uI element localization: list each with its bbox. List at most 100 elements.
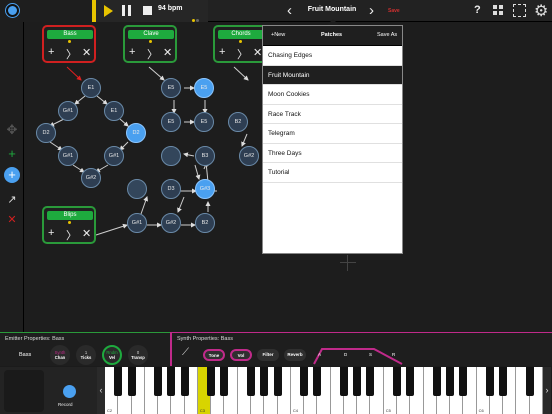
save-button[interactable]: Save (388, 8, 400, 14)
tone-control[interactable]: Tone (203, 349, 225, 361)
black-key[interactable] (446, 367, 455, 396)
pause-icon[interactable] (122, 5, 131, 16)
selection-icon[interactable] (513, 4, 526, 17)
save-as-button[interactable]: Save As (377, 32, 397, 38)
black-key[interactable] (273, 367, 282, 396)
delete-icon[interactable]: ✕ (4, 212, 20, 228)
play-icon[interactable] (104, 5, 113, 17)
black-key[interactable] (485, 367, 494, 396)
patch-title[interactable]: Fruit Mountain (302, 6, 362, 13)
app-logo-icon[interactable] (6, 4, 19, 17)
note-node[interactable]: G#1 (58, 101, 78, 121)
plus-icon[interactable]: + (48, 46, 54, 58)
note-node[interactable]: B2 (228, 112, 248, 132)
note-node[interactable]: G#1 (104, 146, 124, 166)
black-key[interactable] (167, 367, 176, 396)
ticks-knob[interactable]: 1 Ticks (76, 345, 96, 365)
note-node[interactable]: E1 (81, 78, 101, 98)
help-icon[interactable]: ? (474, 4, 481, 16)
black-key[interactable] (154, 367, 163, 396)
move-icon[interactable]: ✥ (4, 122, 20, 138)
pad-area[interactable] (4, 370, 44, 412)
chevron-right-icon[interactable]: 〉 (237, 46, 248, 62)
gear-icon[interactable]: ⚙ (534, 1, 548, 21)
note-node[interactable]: G#2 (81, 168, 101, 188)
black-key[interactable] (180, 367, 189, 396)
close-icon[interactable]: ✕ (163, 46, 172, 59)
connect-arrow-icon[interactable]: ↗ (4, 192, 20, 208)
note-node[interactable]: E5 (161, 78, 181, 98)
close-icon[interactable]: ✕ (82, 46, 91, 59)
patch-item[interactable]: Tutorial (263, 163, 402, 183)
black-key[interactable] (220, 367, 229, 396)
black-key[interactable] (127, 367, 136, 396)
patch-item-selected[interactable]: Fruit Mountain (263, 65, 402, 85)
emitter-blips[interactable]: Blips + 〉 ✕ (42, 206, 96, 244)
black-key[interactable] (353, 367, 362, 396)
black-key[interactable] (300, 367, 309, 396)
black-key[interactable] (459, 367, 468, 396)
chevron-right-icon[interactable]: 〉 (66, 46, 77, 62)
black-key[interactable] (406, 367, 415, 396)
note-node[interactable]: B3 (195, 146, 215, 166)
note-node[interactable]: E5 (161, 112, 181, 132)
bpm-display[interactable]: 94 bpm (158, 5, 183, 12)
add-emitter-icon[interactable]: + (4, 146, 20, 162)
black-key[interactable] (499, 367, 508, 396)
add-node-icon[interactable]: + (4, 167, 20, 183)
note-node-active[interactable]: G#3 (195, 179, 215, 199)
vol-control[interactable]: Vol (230, 349, 252, 361)
black-key[interactable] (432, 367, 441, 396)
prev-patch-icon[interactable]: ‹ (287, 2, 292, 19)
note-node-empty[interactable] (127, 179, 147, 199)
black-key[interactable] (313, 367, 322, 396)
emitter-bass[interactable]: Bass + 〉 ✕ (42, 25, 96, 63)
plus-icon[interactable]: + (48, 227, 54, 239)
vel-knob[interactable]: Rndm Vel (102, 345, 122, 365)
keyboard-right-arrow-icon[interactable]: › (543, 367, 551, 414)
patch-item[interactable]: Moon Cookies (263, 85, 402, 105)
note-node-empty[interactable] (161, 146, 181, 166)
note-node[interactable]: E5 (194, 112, 214, 132)
chevron-right-icon[interactable]: 〉 (147, 46, 158, 62)
stop-icon[interactable] (143, 6, 152, 15)
waveform-icon[interactable]: ⟋ (182, 347, 189, 358)
black-key[interactable] (207, 367, 216, 396)
note-node[interactable]: B2 (195, 213, 215, 233)
black-key[interactable] (339, 367, 348, 396)
next-patch-icon[interactable]: › (369, 2, 374, 19)
note-node-active[interactable]: E5 (194, 78, 214, 98)
close-icon[interactable]: ✕ (253, 46, 262, 59)
note-node-active[interactable]: D2 (126, 123, 146, 143)
filter-control[interactable]: Filter (257, 349, 279, 361)
grid-view-icon[interactable] (493, 5, 504, 16)
note-node[interactable]: G#1 (127, 213, 147, 233)
record-button[interactable] (63, 385, 76, 398)
chevron-right-icon[interactable]: 〉 (66, 227, 77, 243)
black-key[interactable] (114, 367, 123, 396)
note-node[interactable]: E1 (104, 101, 124, 121)
black-key[interactable] (260, 367, 269, 396)
black-key[interactable] (366, 367, 375, 396)
note-node[interactable]: G#1 (58, 146, 78, 166)
patch-item[interactable]: Race Track (263, 105, 402, 124)
piano-keyboard[interactable]: C2 C3 C4 C5 C6 (105, 367, 543, 414)
new-patch-button[interactable]: +New (271, 32, 285, 38)
chan-knob[interactable]: Synth Chan (50, 345, 70, 365)
note-node[interactable]: D3 (161, 179, 181, 199)
reverb-control[interactable]: Reverb (284, 349, 306, 361)
note-node[interactable]: G#2 (239, 146, 259, 166)
patch-item[interactable]: Chasing Edges (263, 46, 402, 66)
patch-item[interactable]: Telegram (263, 124, 402, 144)
patch-item[interactable]: Three Days (263, 144, 402, 163)
close-icon[interactable]: ✕ (82, 227, 91, 240)
black-key[interactable] (525, 367, 534, 396)
note-node[interactable]: D2 (36, 123, 56, 143)
black-key[interactable] (247, 367, 255, 396)
note-node[interactable]: G#2 (161, 213, 181, 233)
keyboard-left-arrow-icon[interactable]: ‹ (97, 367, 105, 414)
emitter-name[interactable]: Bass (19, 352, 31, 358)
plus-icon[interactable]: + (219, 46, 225, 58)
plus-icon[interactable]: + (129, 46, 135, 58)
transp-knob[interactable]: 0 Transp (128, 345, 148, 365)
